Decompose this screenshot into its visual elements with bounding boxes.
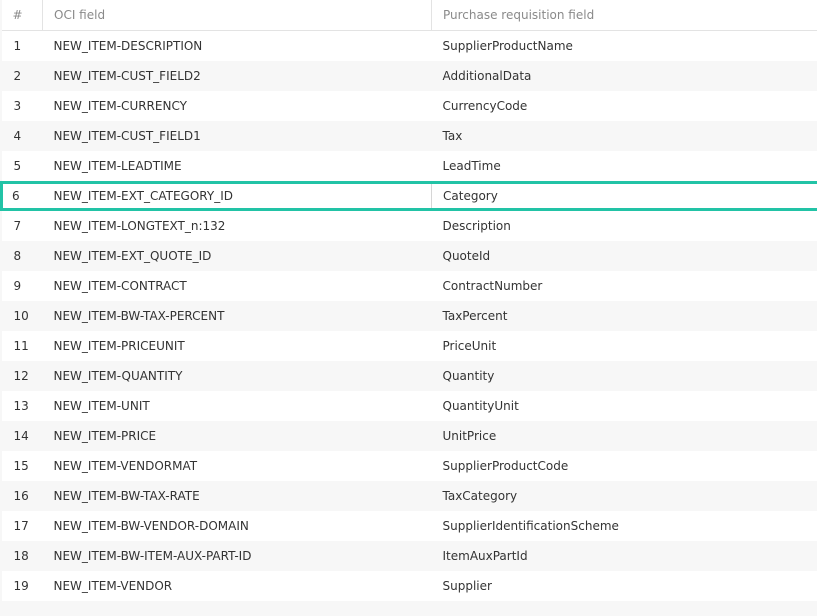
oci-field-cell: NEW_ITEM-CUST_FIELD1 [42, 121, 432, 151]
row-number: 5 [1, 151, 43, 183]
table-row[interactable]: 17 NEW_ITEM-BW-VENDOR-DOMAIN SupplierIdent… [1, 511, 817, 541]
oci-field-cell: NEW_ITEM-LEADTIME [42, 151, 432, 183]
table-row[interactable]: 9 NEW_ITEM-CONTRACT ContractNumber [1, 271, 817, 301]
table-row[interactable]: 12 NEW_ITEM-QUANTITY Quantity [1, 361, 817, 391]
table-row[interactable]: 13 NEW_ITEM-UNIT QuantityUnit [1, 391, 817, 421]
purchase-requisition-field-cell: TaxCategory [431, 481, 817, 511]
table-row[interactable]: 15 NEW_ITEM-VENDORMAT SupplierProductCode [1, 451, 817, 481]
table-row-selected[interactable]: 6 NEW_ITEM-EXT_CATEGORY_ID Category [0, 181, 817, 211]
row-number: 12 [1, 361, 43, 391]
table-row[interactable]: 4 NEW_ITEM-CUST_FIELD1 Tax [1, 121, 817, 151]
oci-mapping-table: # OCI field Purchase requisition field 1… [0, 0, 817, 601]
row-number: 4 [1, 121, 43, 151]
table-row[interactable]: 7 NEW_ITEM-LONGTEXT_n:132 Description [1, 209, 817, 241]
table-row[interactable]: 8 NEW_ITEM-EXT_QUOTE_ID QuoteId [1, 241, 817, 271]
row-number: 10 [1, 301, 43, 331]
purchase-requisition-field-cell: Description [431, 209, 817, 241]
table-row[interactable]: 19 NEW_ITEM-VENDOR Supplier [1, 571, 817, 601]
row-number: 15 [1, 451, 43, 481]
oci-field-cell: NEW_ITEM-PRICEUNIT [42, 331, 432, 361]
oci-field-cell: NEW_ITEM-EXT_QUOTE_ID [42, 241, 432, 271]
table-row[interactable]: 18 NEW_ITEM-BW-ITEM-AUX-PART-ID ItemAuxPar… [1, 541, 817, 571]
purchase-requisition-field-cell: AdditionalData [431, 61, 817, 91]
row-number: 8 [1, 241, 43, 271]
purchase-requisition-field-cell: SupplierProductCode [431, 451, 817, 481]
table-row[interactable]: 11 NEW_ITEM-PRICEUNIT PriceUnit [1, 331, 817, 361]
row-number: 14 [1, 421, 43, 451]
oci-field-cell: NEW_ITEM-VENDOR [42, 571, 432, 601]
table-row[interactable]: 16 NEW_ITEM-BW-TAX-RATE TaxCategory [1, 481, 817, 511]
purchase-requisition-field-cell: ContractNumber [431, 271, 817, 301]
purchase-requisition-field-cell: UnitPrice [431, 421, 817, 451]
purchase-requisition-field-cell: PriceUnit [431, 331, 817, 361]
purchase-requisition-field-cell: Tax [431, 121, 817, 151]
table-row[interactable]: 5 NEW_ITEM-LEADTIME LeadTime [1, 151, 817, 183]
oci-field-cell: NEW_ITEM-DESCRIPTION [42, 30, 432, 61]
oci-field-cell: NEW_ITEM-BW-TAX-PERCENT [42, 301, 432, 331]
oci-field-cell: NEW_ITEM-BW-ITEM-AUX-PART-ID [42, 541, 432, 571]
oci-field-cell: NEW_ITEM-CURRENCY [42, 91, 432, 121]
row-number: 17 [1, 511, 43, 541]
row-number: 13 [1, 391, 43, 421]
purchase-requisition-field-cell: QuantityUnit [431, 391, 817, 421]
table-row[interactable]: 14 NEW_ITEM-PRICE UnitPrice [1, 421, 817, 451]
row-number: 7 [1, 209, 43, 241]
table-row[interactable]: 10 NEW_ITEM-BW-TAX-PERCENT TaxPercent [1, 301, 817, 331]
row-number: 9 [1, 271, 43, 301]
oci-field-cell: NEW_ITEM-QUANTITY [42, 361, 432, 391]
table-row[interactable]: 2 NEW_ITEM-CUST_FIELD2 AdditionalData [1, 61, 817, 91]
purchase-requisition-field-cell: Supplier [431, 571, 817, 601]
oci-field-cell: NEW_ITEM-PRICE [42, 421, 432, 451]
row-number: 11 [1, 331, 43, 361]
purchase-requisition-field-cell: SupplierIdentificationScheme [431, 511, 817, 541]
oci-field-cell: NEW_ITEM-CONTRACT [42, 271, 432, 301]
oci-field-cell: NEW_ITEM-BW-VENDOR-DOMAIN [42, 511, 432, 541]
oci-field-cell: NEW_ITEM-EXT_CATEGORY_ID [42, 181, 432, 211]
purchase-requisition-field-cell: CurrencyCode [431, 91, 817, 121]
table-header-row: # OCI field Purchase requisition field [1, 0, 817, 31]
purchase-requisition-field-cell: ItemAuxPartId [431, 541, 817, 571]
purchase-requisition-field-cell: TaxPercent [431, 301, 817, 331]
row-number: 19 [1, 571, 43, 601]
purchase-requisition-field-cell: Category [431, 181, 817, 211]
column-header-number[interactable]: # [1, 0, 43, 31]
row-number: 3 [1, 91, 43, 121]
oci-field-cell: NEW_ITEM-VENDORMAT [42, 451, 432, 481]
table-row[interactable]: 1 NEW_ITEM-DESCRIPTION SupplierProductName [1, 30, 817, 61]
oci-field-cell: NEW_ITEM-LONGTEXT_n:132 [42, 209, 432, 241]
column-header-purchase-requisition-field[interactable]: Purchase requisition field [431, 0, 817, 31]
table-row[interactable]: 3 NEW_ITEM-CURRENCY CurrencyCode [1, 91, 817, 121]
oci-field-cell: NEW_ITEM-UNIT [42, 391, 432, 421]
column-header-oci-field[interactable]: OCI field [42, 0, 432, 31]
row-number: 1 [1, 30, 43, 61]
row-number: 16 [1, 481, 43, 511]
purchase-requisition-field-cell: SupplierProductName [431, 30, 817, 61]
row-number: 18 [1, 541, 43, 571]
row-number: 2 [1, 61, 43, 91]
row-number: 6 [0, 181, 43, 211]
purchase-requisition-field-cell: LeadTime [431, 151, 817, 183]
purchase-requisition-field-cell: QuoteId [431, 241, 817, 271]
mapping-table-container: # OCI field Purchase requisition field 1… [0, 0, 817, 616]
oci-field-cell: NEW_ITEM-BW-TAX-RATE [42, 481, 432, 511]
purchase-requisition-field-cell: Quantity [431, 361, 817, 391]
oci-field-cell: NEW_ITEM-CUST_FIELD2 [42, 61, 432, 91]
